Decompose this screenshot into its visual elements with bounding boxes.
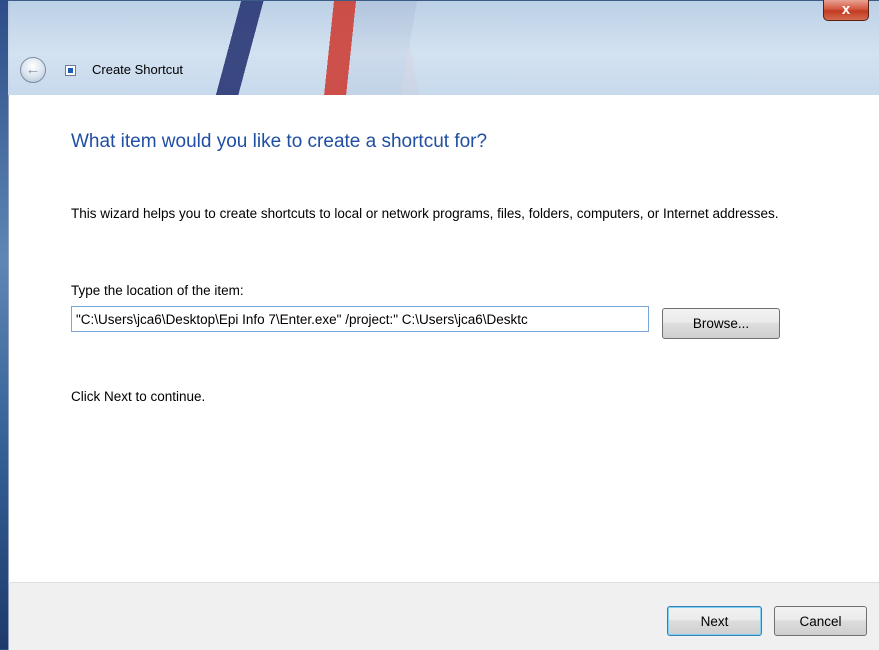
browse-button[interactable]: Browse... bbox=[662, 308, 780, 339]
back-arrow-icon: ← bbox=[25, 61, 41, 78]
titlebar: x ← Create Shortcut bbox=[8, 0, 879, 96]
wizard-content: What item would you like to create a sho… bbox=[8, 95, 879, 582]
location-label: Type the location of the item: bbox=[71, 283, 244, 298]
close-button[interactable]: x bbox=[823, 0, 869, 21]
page-title: What item would you like to create a sho… bbox=[71, 131, 488, 152]
wizard-footer: Next Cancel bbox=[8, 582, 879, 650]
window-title: Create Shortcut bbox=[92, 62, 184, 77]
next-button[interactable]: Next bbox=[667, 606, 762, 636]
create-shortcut-window: x ← Create Shortcut What item would you … bbox=[8, 0, 879, 650]
close-icon: x bbox=[841, 1, 851, 18]
cancel-button[interactable]: Cancel bbox=[774, 606, 867, 636]
back-button[interactable]: ← bbox=[20, 57, 46, 83]
location-input[interactable] bbox=[71, 306, 649, 332]
wizard-description: This wizard helps you to create shortcut… bbox=[71, 206, 779, 221]
shortcut-icon bbox=[65, 65, 76, 76]
continue-instruction: Click Next to continue. bbox=[71, 389, 206, 404]
